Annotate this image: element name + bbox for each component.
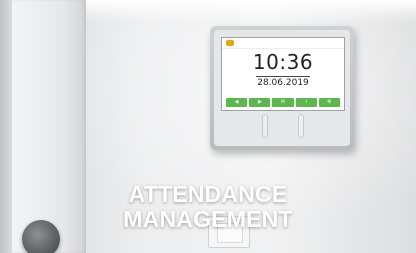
settings-icon: ⚙ [318, 98, 341, 107]
photo-scene: 10:36 28.06.2019 ◀ ▶ ✉ i ⚙ ATTENDANCE MA… [0, 0, 416, 253]
terminal-screen: 10:36 28.06.2019 ◀ ▶ ✉ i ⚙ [221, 37, 345, 111]
arrow-right-icon: ▶ [249, 98, 271, 107]
card-reader-slot-left [262, 114, 268, 138]
screen-button-bar: ◀ ▶ ✉ i ⚙ [226, 98, 341, 107]
envelope-icon: ✉ [272, 98, 294, 107]
caption-text: ATTENDANCE MANAGEMENT [0, 182, 416, 232]
screen-header [222, 38, 344, 49]
brand-logo-icon [226, 40, 234, 46]
info-icon: i [295, 98, 317, 107]
terminal-face: 10:36 28.06.2019 ◀ ▶ ✉ i ⚙ [214, 30, 350, 146]
clock-divider [256, 76, 310, 77]
card-reader-slot-right [298, 114, 304, 138]
clock-date: 28.06.2019 [257, 78, 309, 88]
arrow-left-icon: ◀ [226, 98, 248, 107]
clock-time: 10:36 [252, 50, 314, 74]
attendance-terminal: 10:36 28.06.2019 ◀ ▶ ✉ i ⚙ [210, 26, 354, 150]
caption-line-2: MANAGEMENT [123, 206, 293, 232]
caption-line-1: ATTENDANCE [128, 181, 288, 207]
